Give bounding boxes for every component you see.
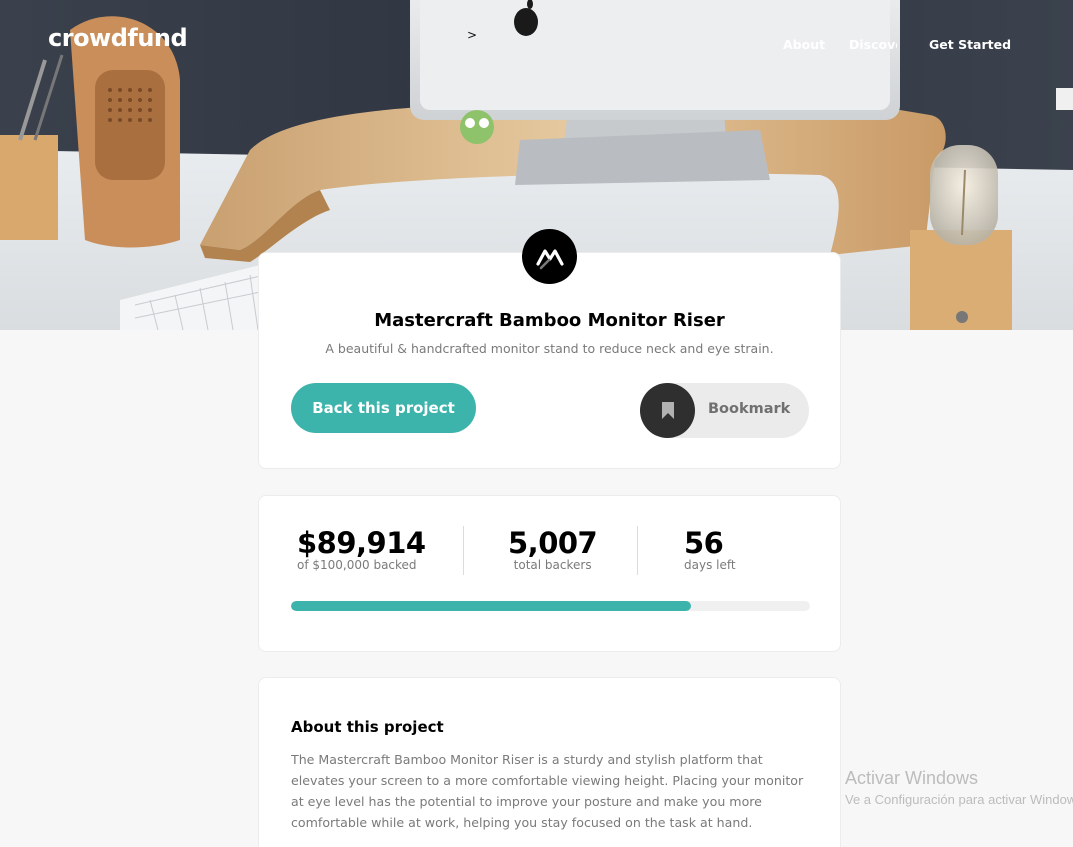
nav-about-link[interactable]: About bbox=[783, 37, 825, 52]
stat-backers-label: total backers bbox=[513, 558, 592, 572]
stat-backed-value: $89,914 bbox=[297, 526, 426, 560]
bookmark-icon bbox=[640, 383, 695, 438]
project-card: Mastercraft Bamboo Monitor Riser A beaut… bbox=[258, 252, 841, 469]
stat-backed-label: of $100,000 backed bbox=[297, 558, 417, 572]
about-text: The Mastercraft Bamboo Monitor Riser is … bbox=[291, 752, 804, 830]
stat-backers: 5,007 total backers bbox=[508, 526, 598, 572]
stray-glyph: > bbox=[467, 28, 478, 42]
progress-bar-fill bbox=[291, 601, 691, 611]
windows-activation-watermark: Activar Windows Ve a Configuración para … bbox=[845, 768, 1073, 807]
progress-bar bbox=[291, 601, 810, 611]
stat-days-label: days left bbox=[684, 558, 736, 572]
stat-backed: $89,914 of $100,000 backed bbox=[297, 526, 426, 572]
site-logo[interactable]: crowdfund bbox=[48, 24, 188, 52]
nav-discover-link[interactable]: Discover bbox=[849, 37, 897, 52]
stats-divider bbox=[463, 526, 464, 575]
page: crowdfund > About Discover Get Started M… bbox=[0, 0, 1073, 847]
stat-backers-value: 5,007 bbox=[508, 526, 598, 560]
watermark-title: Activar Windows bbox=[845, 768, 979, 788]
nav-get-started-link[interactable]: Get Started bbox=[929, 37, 1011, 52]
stat-days: 56 days left bbox=[684, 526, 736, 572]
about-heading: About this project bbox=[291, 718, 444, 736]
watermark-subtitle: Ve a Configuración para activar Windows. bbox=[845, 792, 1073, 807]
project-title: Mastercraft Bamboo Monitor Riser bbox=[374, 310, 725, 331]
project-subtitle: A beautiful & handcrafted monitor stand … bbox=[325, 341, 774, 356]
stats-divider bbox=[637, 526, 638, 575]
bookmark-label: Bookmark bbox=[708, 401, 791, 417]
bookmark-button[interactable]: Bookmark bbox=[640, 383, 809, 438]
back-project-button[interactable]: Back this project bbox=[291, 383, 476, 433]
stats-card: $89,914 of $100,000 backed 5,007 total b… bbox=[258, 495, 841, 652]
mastercraft-logo-icon bbox=[522, 229, 577, 284]
about-card: About this project The Mastercraft Bambo… bbox=[258, 677, 841, 847]
stat-days-value: 56 bbox=[684, 526, 724, 560]
